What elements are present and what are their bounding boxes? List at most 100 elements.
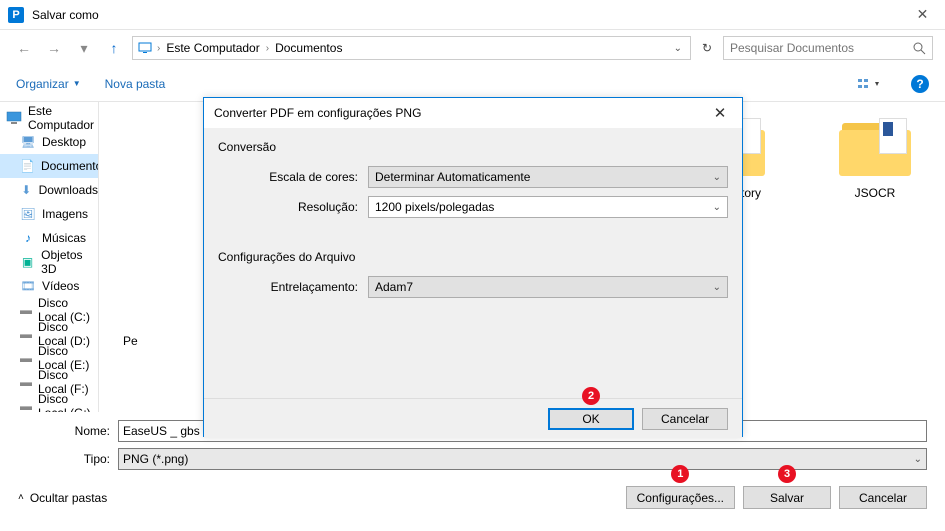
nav-up-button[interactable]: ↑ — [102, 36, 126, 60]
chevron-up-icon: ˄ — [18, 492, 24, 503]
pc-icon — [137, 40, 153, 56]
chevron-right-icon: › — [266, 43, 269, 54]
configurations-label: Configurações... — [637, 491, 724, 505]
sidebar-item-label: Imagens — [42, 207, 88, 221]
resolution-select[interactable]: 1200 pixels/polegadas ⌄ — [368, 196, 728, 218]
sidebar-item-icon: 🖼 — [20, 206, 36, 222]
sidebar-item-label: Músicas — [42, 231, 86, 245]
sidebar-item[interactable]: ▬ Disco Local (G:) — [0, 394, 98, 412]
folder-label: JSOCR — [855, 186, 896, 200]
chevron-down-icon: ⌄ — [914, 454, 922, 465]
search-icon[interactable] — [913, 42, 926, 55]
interlacing-label: Entrelaçamento: — [218, 280, 368, 294]
sidebar: Este Computador 🖥 Desktop 📄 Documentos ⬇Down… — [0, 102, 99, 412]
navigation-bar: ← → ▾ ↑ › Este Computador › Documentos ⌄… — [0, 30, 945, 66]
modal-ok-button[interactable]: 2 OK — [548, 408, 634, 430]
chevron-down-icon: ⌄ — [713, 282, 721, 293]
nav-forward-button[interactable]: → — [42, 36, 66, 60]
resolution-value: 1200 pixels/polegadas — [375, 200, 494, 214]
search-box[interactable] — [723, 36, 933, 60]
window-close-button[interactable]: ✕ — [900, 0, 945, 30]
sidebar-item[interactable]: ⬇Downloads — [0, 178, 98, 202]
new-folder-button[interactable]: Nova pasta — [105, 77, 166, 91]
color-scale-label: Escala de cores: — [218, 170, 368, 184]
sidebar-item-label: Objetos 3D — [41, 248, 98, 276]
save-label: Salvar — [770, 491, 804, 505]
sidebar-item-icon: 📄 — [20, 158, 35, 174]
modal-body: Conversão Escala de cores: Determinar Au… — [204, 128, 742, 398]
file-settings-group-label: Configurações do Arquivo — [218, 250, 728, 264]
sidebar-label: Este Computador — [28, 104, 98, 132]
title-bar: P Salvar como ✕ — [0, 0, 945, 30]
window-title: Salvar como — [32, 8, 900, 22]
breadcrumb-item[interactable]: Documentos — [273, 41, 344, 55]
color-scale-value: Determinar Automaticamente — [375, 170, 530, 184]
filetype-select[interactable]: PNG (*.png) ⌄ — [118, 448, 927, 470]
view-options-button[interactable] — [855, 76, 887, 92]
badge-2: 2 — [582, 387, 600, 405]
sidebar-item-icon: 🎞 — [20, 278, 36, 294]
sidebar-item[interactable]: ▣ Objetos 3D — [0, 250, 98, 274]
app-icon: P — [8, 7, 24, 23]
chevron-right-icon: › — [157, 43, 160, 54]
nav-recent-dropdown[interactable]: ▾ — [72, 36, 96, 60]
interlacing-value: Adam7 — [375, 280, 413, 294]
sidebar-item[interactable]: 🎞 Vídeos — [0, 274, 98, 298]
folder-item[interactable]: JSOCR — [825, 120, 925, 200]
sidebar-item-icon: ▬ — [20, 398, 32, 412]
interlacing-select[interactable]: Adam7 ⌄ — [368, 276, 728, 298]
conversion-group-label: Conversão — [218, 140, 728, 154]
help-button[interactable]: ? — [911, 75, 929, 93]
sidebar-item-label: Downloads — [39, 183, 98, 197]
sidebar-item-icon: 🖥 — [20, 134, 36, 150]
sidebar-item[interactable]: 🖼 Imagens — [0, 202, 98, 226]
modal-cancel-button[interactable]: Cancelar — [642, 408, 728, 430]
sidebar-item-icon: ▣ — [20, 254, 35, 270]
modal-title-text: Converter PDF em configurações PNG — [214, 106, 421, 120]
sidebar-item[interactable]: ▬Disco Local (C:) — [0, 298, 98, 322]
hide-folders-label: Ocultar pastas — [30, 491, 107, 505]
dialog-footer: ˄ Ocultar pastas 1 Configurações... 3 Sa… — [0, 476, 945, 519]
sidebar-item[interactable]: ▬Disco Local (E:) — [0, 346, 98, 370]
color-scale-select[interactable]: Determinar Automaticamente ⌄ — [368, 166, 728, 188]
filename-label: Nome: — [18, 424, 118, 438]
organize-label: Organizar — [16, 77, 69, 91]
badge-1: 1 — [671, 465, 689, 483]
sidebar-item-icon: ▬ — [20, 350, 32, 366]
sidebar-item[interactable]: 🖥 Desktop — [0, 130, 98, 154]
chevron-down-icon: ⌄ — [713, 202, 721, 213]
sidebar-item-icon: ♪ — [20, 230, 36, 246]
search-input[interactable] — [730, 41, 913, 55]
sidebar-item-label: Desktop — [42, 135, 86, 149]
cancel-button[interactable]: Cancelar — [839, 486, 927, 509]
sidebar-item[interactable]: ▬Disco Local (D:) — [0, 322, 98, 346]
badge-3: 3 — [778, 465, 796, 483]
sidebar-item[interactable]: ▬Disco Local (F:) — [0, 370, 98, 394]
sidebar-item-icon: ▬ — [20, 326, 32, 342]
sidebar-item-label: Documentos — [41, 159, 99, 173]
pc-icon — [6, 110, 22, 126]
sidebar-root-pc[interactable]: Este Computador — [0, 106, 98, 130]
sidebar-item-label: Disco Local (G:) — [38, 392, 98, 412]
breadcrumb[interactable]: › Este Computador › Documentos ⌄ — [132, 36, 691, 60]
sidebar-item-icon: ▬ — [20, 302, 32, 318]
folder-icon — [839, 120, 911, 176]
sidebar-item-label: Vídeos — [42, 279, 79, 293]
resolution-label: Resolução: — [218, 200, 368, 214]
sidebar-item[interactable]: ♪ Músicas — [0, 226, 98, 250]
chevron-down-icon: ▼ — [73, 79, 81, 88]
filetype-value: PNG (*.png) — [123, 452, 188, 466]
modal-footer: 2 OK Cancelar — [204, 398, 742, 438]
organize-menu[interactable]: Organizar ▼ — [16, 77, 81, 91]
save-button[interactable]: 3 Salvar — [743, 486, 831, 509]
chevron-down-icon: ⌄ — [713, 172, 721, 183]
modal-close-button[interactable]: ✕ — [708, 101, 732, 125]
hide-folders-toggle[interactable]: ˄ Ocultar pastas — [18, 491, 107, 505]
configurations-button[interactable]: 1 Configurações... — [626, 486, 735, 509]
nav-back-button[interactable]: ← — [12, 36, 36, 60]
modal-titlebar: Converter PDF em configurações PNG ✕ — [204, 98, 742, 128]
sidebar-item[interactable]: 📄 Documentos — [0, 154, 98, 178]
breadcrumb-item[interactable]: Este Computador — [164, 41, 261, 55]
refresh-button[interactable]: ↻ — [697, 38, 717, 58]
breadcrumb-dropdown[interactable]: ⌄ — [670, 43, 686, 54]
